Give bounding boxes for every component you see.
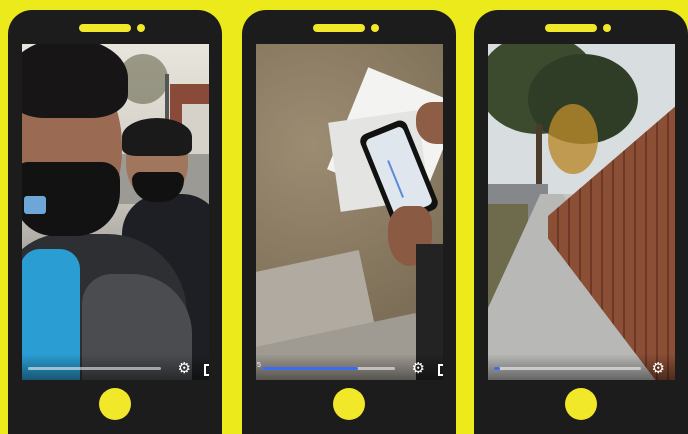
- video-screen-1[interactable]: ⚙: [22, 44, 209, 380]
- front-camera-dot: [137, 24, 145, 32]
- gear-icon[interactable]: ⚙: [178, 359, 191, 377]
- autumn-tree: [548, 104, 598, 174]
- gear-icon[interactable]: ⚙: [652, 359, 665, 377]
- mask-logo: [24, 196, 46, 214]
- progress-fill: [494, 367, 500, 370]
- second-person-hair: [122, 118, 192, 156]
- phone-frame-3: ⚙: [474, 10, 688, 434]
- fullscreen-icon[interactable]: [438, 364, 443, 376]
- home-button[interactable]: [333, 388, 365, 420]
- progress-bar[interactable]: [28, 367, 161, 370]
- home-button[interactable]: [99, 388, 131, 420]
- progress-bar[interactable]: [262, 367, 395, 370]
- home-button[interactable]: [565, 388, 597, 420]
- speaker-slot: [545, 24, 597, 32]
- progress-fill: [262, 367, 358, 370]
- video-screen-3[interactable]: ⚙: [488, 44, 675, 380]
- video-screen-2[interactable]: 5 ⚙: [256, 44, 443, 380]
- front-camera-dot: [371, 24, 379, 32]
- gear-icon[interactable]: ⚙: [412, 359, 425, 377]
- video-controls: ⚙: [22, 354, 209, 380]
- video-controls: ⚙: [488, 354, 675, 380]
- speaker-slot: [313, 24, 365, 32]
- timecode: 5: [257, 362, 261, 369]
- speaker-slot: [79, 24, 131, 32]
- phone-frame-2: 5 ⚙: [242, 10, 456, 434]
- fullscreen-icon[interactable]: [204, 364, 209, 376]
- progress-bar[interactable]: [494, 367, 641, 370]
- video-controls: 5 ⚙: [256, 354, 443, 380]
- front-camera-dot: [603, 24, 611, 32]
- first-person-hair: [22, 44, 128, 118]
- phone-frame-1: ⚙: [8, 10, 222, 434]
